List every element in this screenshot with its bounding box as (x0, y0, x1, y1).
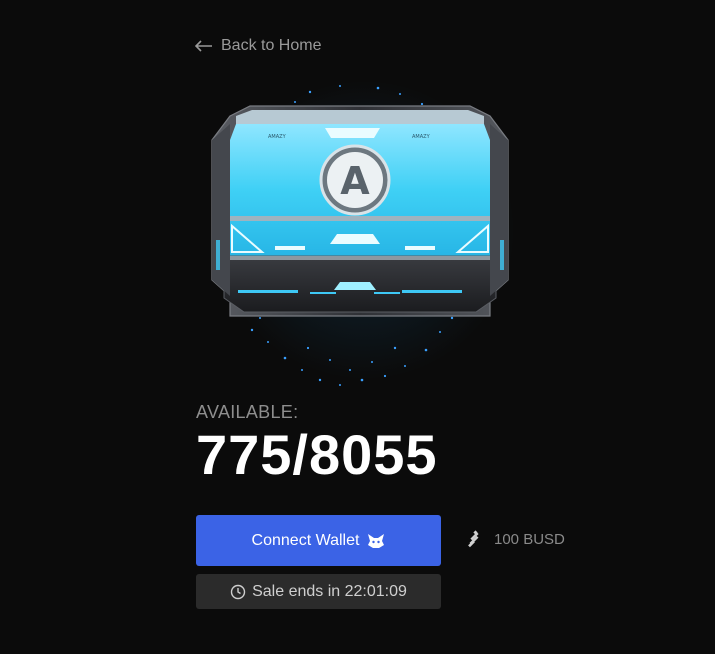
connect-wallet-label: Connect Wallet (251, 531, 360, 549)
page: Back to Home AMAZY AMAZY A AVAILABLE: 77… (0, 0, 715, 654)
available-count: 775/8055 (196, 423, 438, 486)
back-to-home-label: Back to Home (221, 37, 322, 54)
available-label: AVAILABLE: (196, 402, 299, 422)
chest-tag-right: AMAZY (412, 134, 431, 140)
busd-icon (468, 530, 479, 548)
connect-wallet-button[interactable]: Connect Wallet (196, 515, 441, 566)
price-label: 100 BUSD (494, 530, 565, 548)
price: 100 BUSD (465, 529, 565, 549)
sale-timer: Sale ends in 22:01:09 (196, 574, 441, 609)
mystery-box-image: AMAZY AMAZY A (190, 80, 530, 400)
chest-tag-left: AMAZY (268, 134, 287, 140)
back-to-home-link[interactable]: Back to Home (195, 37, 321, 55)
fox-icon (368, 533, 385, 548)
arrow-left-icon (195, 40, 212, 52)
sale-timer-text: Sale ends in 22:01:09 (252, 582, 407, 600)
clock-icon (230, 584, 246, 599)
chest-brand-letter: A (340, 159, 370, 203)
